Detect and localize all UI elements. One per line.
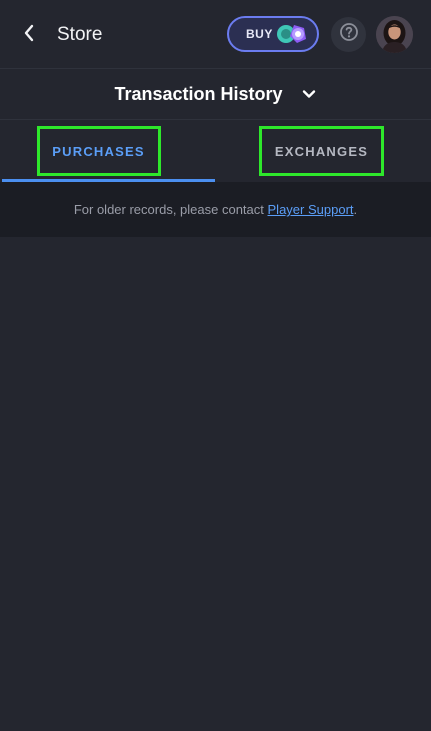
store-screen: Store BUY Transaction History PURCHASES … — [0, 0, 431, 731]
back-button[interactable] — [14, 20, 44, 50]
notice-suffix: . — [353, 202, 358, 217]
buy-label: BUY — [246, 27, 273, 41]
tab-exchanges[interactable]: EXCHANGES — [215, 121, 431, 181]
title-divider — [0, 119, 431, 120]
buy-currency-button[interactable]: BUY — [227, 16, 319, 52]
question-circle-icon — [339, 22, 359, 47]
tab-purchases[interactable]: PURCHASES — [0, 121, 215, 181]
store-title: Store — [57, 24, 103, 45]
notice-text: For older records, please contact — [73, 202, 264, 217]
tab-exchanges-label: EXCHANGES — [259, 126, 384, 176]
top-bar: Store BUY — [0, 0, 431, 68]
user-avatar[interactable] — [376, 16, 413, 53]
chevron-down-icon — [301, 86, 317, 102]
currency-coins-icon — [275, 23, 309, 45]
player-support-link[interactable]: Player Support — [268, 202, 354, 217]
transaction-type-dropdown[interactable]: Transaction History — [0, 69, 431, 119]
older-records-notice: For older records, please contact Player… — [0, 182, 431, 237]
page-title: Transaction History — [114, 83, 283, 104]
tab-purchases-label: PURCHASES — [36, 126, 161, 176]
chevron-left-icon — [23, 24, 35, 47]
transactions-list — [0, 237, 431, 731]
help-button[interactable] — [331, 17, 366, 52]
